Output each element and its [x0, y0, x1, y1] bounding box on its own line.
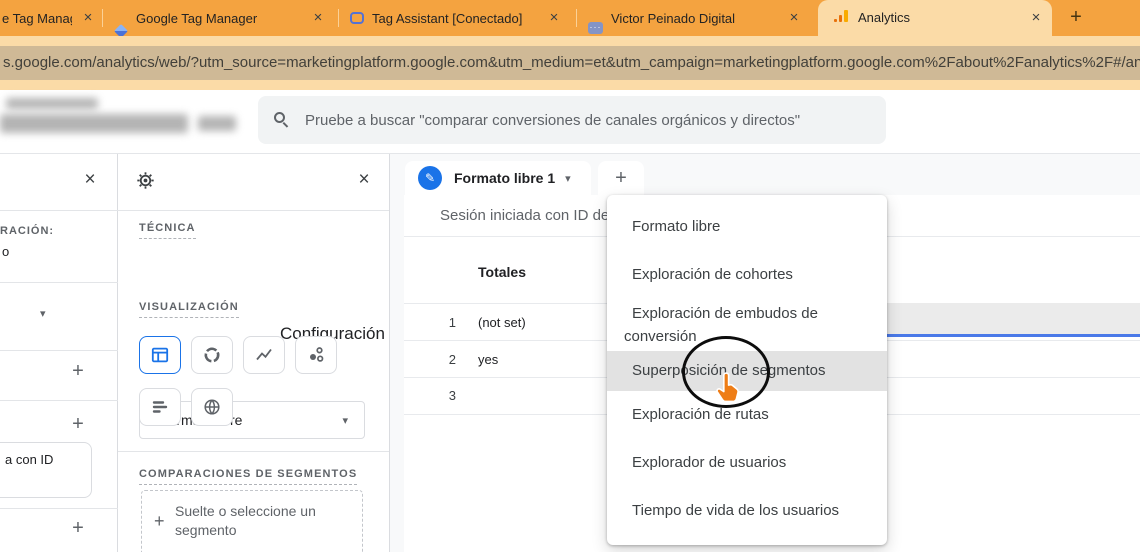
menu-item-explorador-usuarios[interactable]: Explorador de usuarios: [607, 439, 887, 487]
viz-bar-button[interactable]: [139, 388, 181, 426]
menu-item-formato-libre[interactable]: Formato libre: [607, 203, 887, 251]
technique-label: TÉCNICA: [139, 222, 196, 239]
cursor-hand-icon: [711, 372, 743, 411]
totals-row-label: Totales: [478, 264, 526, 280]
viz-donut-button[interactable]: [191, 336, 233, 374]
row-number: 2: [448, 352, 456, 367]
exploration-name-value: o: [2, 244, 10, 259]
segment-dropzone[interactable]: + Suelte o seleccione un segmento: [141, 490, 363, 552]
exploration-tab-formato-libre-1[interactable]: ✎ Formato libre 1 ▾: [405, 161, 591, 195]
url-text: s.google.com/analytics/web/?utm_source=m…: [3, 54, 1140, 71]
tab-title: Victor Peinado Digital: [611, 10, 736, 26]
donut-chart-icon: [202, 345, 222, 365]
pencil-icon: ✎: [418, 166, 442, 190]
row-number: 3: [448, 388, 456, 403]
address-bar[interactable]: s.google.com/analytics/web/?utm_source=m…: [0, 46, 1140, 80]
row-value: (not set): [478, 315, 526, 330]
tab-close-icon[interactable]: ×: [786, 10, 802, 26]
search-input[interactable]: Pruebe a buscar "comparar conversiones d…: [258, 96, 886, 144]
blurred-account-text: [6, 98, 98, 109]
line-chart-icon: [254, 345, 274, 365]
new-tab-button[interactable]: +: [1064, 6, 1088, 30]
toolbar-strip: [0, 36, 1140, 46]
segment-comparisons-label: COMPARACIONES DE SEGMENTOS: [139, 468, 358, 485]
browser-tab-bar: e Tag Manag × Google Tag Manager × Tag A…: [0, 0, 1140, 39]
add-exploration-tab-button[interactable]: +: [598, 161, 644, 195]
viz-table-button[interactable]: [139, 336, 181, 374]
tab-close-icon[interactable]: ×: [1028, 10, 1044, 26]
viz-geo-button[interactable]: [191, 388, 233, 426]
tab-close-icon[interactable]: ×: [80, 10, 96, 26]
table-icon: [150, 345, 170, 365]
tab-title: Tag Assistant [Conectado]: [372, 10, 523, 26]
toolbar-strip: [0, 80, 1140, 90]
search-placeholder: Pruebe a buscar "comparar conversiones d…: [305, 111, 801, 129]
divider: [0, 350, 118, 351]
browser-tab-victor-peinado[interactable]: ··· Victor Peinado Digital: [588, 0, 788, 36]
tab-close-icon[interactable]: ×: [546, 10, 562, 26]
globe-icon: [202, 397, 222, 417]
exploration-name-label: RACIÓN:: [0, 225, 55, 237]
settings-panel: Configuración × TÉCNICA Formato libre ▾ …: [118, 154, 390, 552]
row-value: yes: [478, 352, 499, 367]
menu-item-cohortes[interactable]: Exploración de cohortes: [607, 251, 887, 299]
dimension-column-header: Sesión iniciada con ID de u: [440, 207, 622, 224]
variables-panel: × RACIÓN: o ▾ + + a con ID +: [0, 154, 118, 552]
blurred-badge: [198, 116, 236, 131]
tab-separator: [102, 9, 103, 27]
bar-chart-icon: [150, 397, 170, 417]
divider: [0, 210, 118, 211]
chevron-down-icon: ▾: [565, 172, 571, 185]
tab-title: Analytics: [858, 10, 911, 25]
plus-icon: +: [154, 511, 165, 531]
tag-assistant-icon: [350, 12, 364, 24]
tab-title: Google Tag Manager: [136, 10, 258, 26]
dimension-chip-label: a con ID: [5, 452, 54, 467]
close-icon[interactable]: ×: [80, 170, 100, 190]
browser-tab-gtm[interactable]: Google Tag Manager: [112, 0, 338, 39]
browser-tab-analytics-active[interactable]: Analytics ×: [818, 0, 1052, 36]
viz-scatter-button[interactable]: [295, 336, 337, 374]
chevron-down-icon: ▾: [342, 414, 348, 427]
row-number: 1: [448, 315, 456, 330]
add-dimension-button[interactable]: +: [68, 360, 88, 383]
visualization-label: VISUALIZACIÓN: [139, 301, 239, 318]
analytics-header: Pruebe a buscar "comparar conversiones d…: [0, 90, 1140, 154]
viz-line-button[interactable]: [243, 336, 285, 374]
analytics-logo-icon: [834, 10, 848, 22]
technique-value: Formato libre: [160, 412, 242, 428]
menu-item-tiempo-vida[interactable]: Tiempo de vida de los usuarios: [607, 487, 887, 535]
dimension-chip[interactable]: a con ID: [0, 442, 92, 498]
divider: [0, 282, 118, 283]
divider: [0, 508, 118, 509]
chevron-down-icon[interactable]: ▾: [40, 307, 46, 320]
divider: [0, 400, 118, 401]
browser-tab-tag-assistant[interactable]: Tag Assistant [Conectado]: [350, 0, 550, 36]
segment-dropzone-text: Suelte o seleccione un segmento: [175, 503, 316, 538]
tab-separator: [576, 9, 577, 27]
tab-separator: [338, 9, 339, 27]
divider: [118, 451, 389, 452]
close-icon[interactable]: ×: [354, 170, 374, 190]
exploration-tab-label: Formato libre 1: [454, 170, 556, 186]
scatter-chart-icon: [306, 345, 326, 365]
site-icon: ···: [588, 22, 603, 34]
tab-close-icon[interactable]: ×: [310, 10, 326, 26]
search-icon: [274, 112, 290, 128]
add-metric-button[interactable]: +: [68, 413, 88, 436]
tab-title: e Tag Manag: [2, 10, 72, 26]
blurred-property-text: [0, 114, 188, 133]
gear-icon: [136, 171, 155, 190]
add-item-button[interactable]: +: [68, 517, 88, 540]
divider: [118, 210, 389, 211]
